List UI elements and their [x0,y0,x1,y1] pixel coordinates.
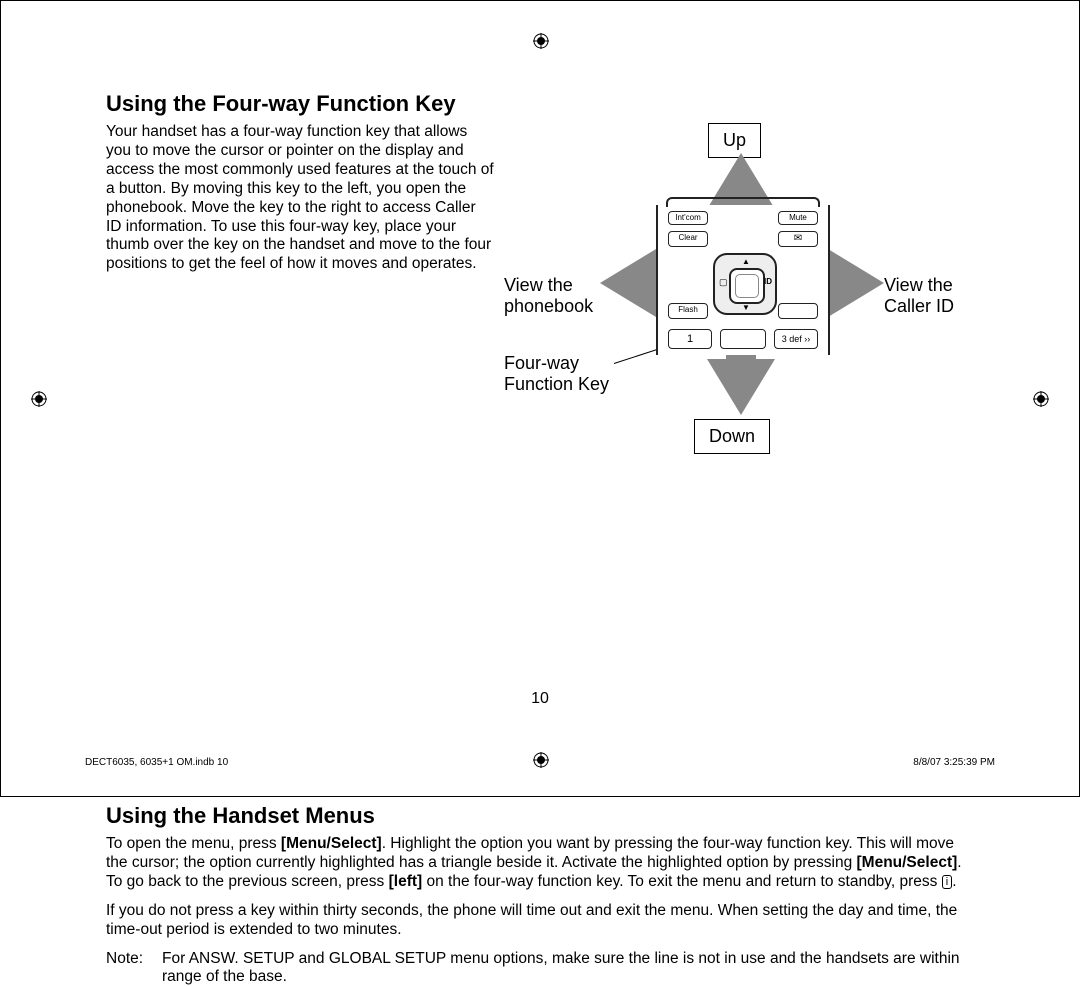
key-mail: ✉ [778,231,818,247]
arrow-right-icon [828,249,884,317]
direction-down-label: Down [694,419,770,454]
print-footer: DECT6035, 6035+1 OM.indb 10 8/8/07 3:25:… [85,757,995,768]
note-label: Note: [106,950,162,987]
page-number: 10 [1,690,1079,708]
direction-right-label: View the Caller ID [884,275,954,316]
tri-down-icon: ▼ [742,303,750,312]
body-paragraph: To open the menu, press [Menu/Select]. H… [106,835,974,892]
note-body: For ANSW. SETUP and GLOBAL SETUP menu op… [162,950,974,987]
key-three: 3 def ›› [774,329,818,349]
key-mute: Mute [778,211,818,225]
body-paragraph: Your handset has a four-way function key… [106,123,494,274]
section-heading: Using the Handset Menus [106,803,974,829]
end-key-icon: i [942,875,952,889]
id-icon: ID [764,277,772,286]
key-one: 1 [668,329,712,349]
four-way-key-diagram: Up Down View the phonebook View the Call… [504,123,974,453]
key-clear: Clear [668,231,708,247]
four-way-key-icon: ▢ ID ▲ ▼ [713,253,777,315]
footer-left: DECT6035, 6035+1 OM.indb 10 [85,757,228,768]
manual-page: Using the Four-way Function Key Your han… [0,0,1080,797]
arrow-left-icon [600,249,656,317]
key-intcom: Int'com [668,211,708,225]
section-heading: Using the Four-way Function Key [106,91,974,117]
handset-illustration: Int'com Mute Clear ✉ Flash 1 3 def ›› ▢ … [656,205,830,355]
key-flash: Flash [668,303,708,319]
registration-mark-icon [31,391,47,407]
registration-mark-icon [533,33,549,49]
note-block: Note: For ANSW. SETUP and GLOBAL SETUP m… [106,950,974,987]
direction-left-label: View the phonebook [504,275,593,316]
arrow-down-icon [707,359,775,415]
key-two [720,329,766,349]
footer-right: 8/8/07 3:25:39 PM [913,757,995,768]
key-blank [778,303,818,319]
book-icon: ▢ [719,277,728,288]
registration-mark-icon [1033,391,1049,407]
function-key-label: Four-way Function Key [504,353,609,394]
tri-up-icon: ▲ [742,257,750,266]
body-paragraph: If you do not press a key within thirty … [106,902,974,940]
